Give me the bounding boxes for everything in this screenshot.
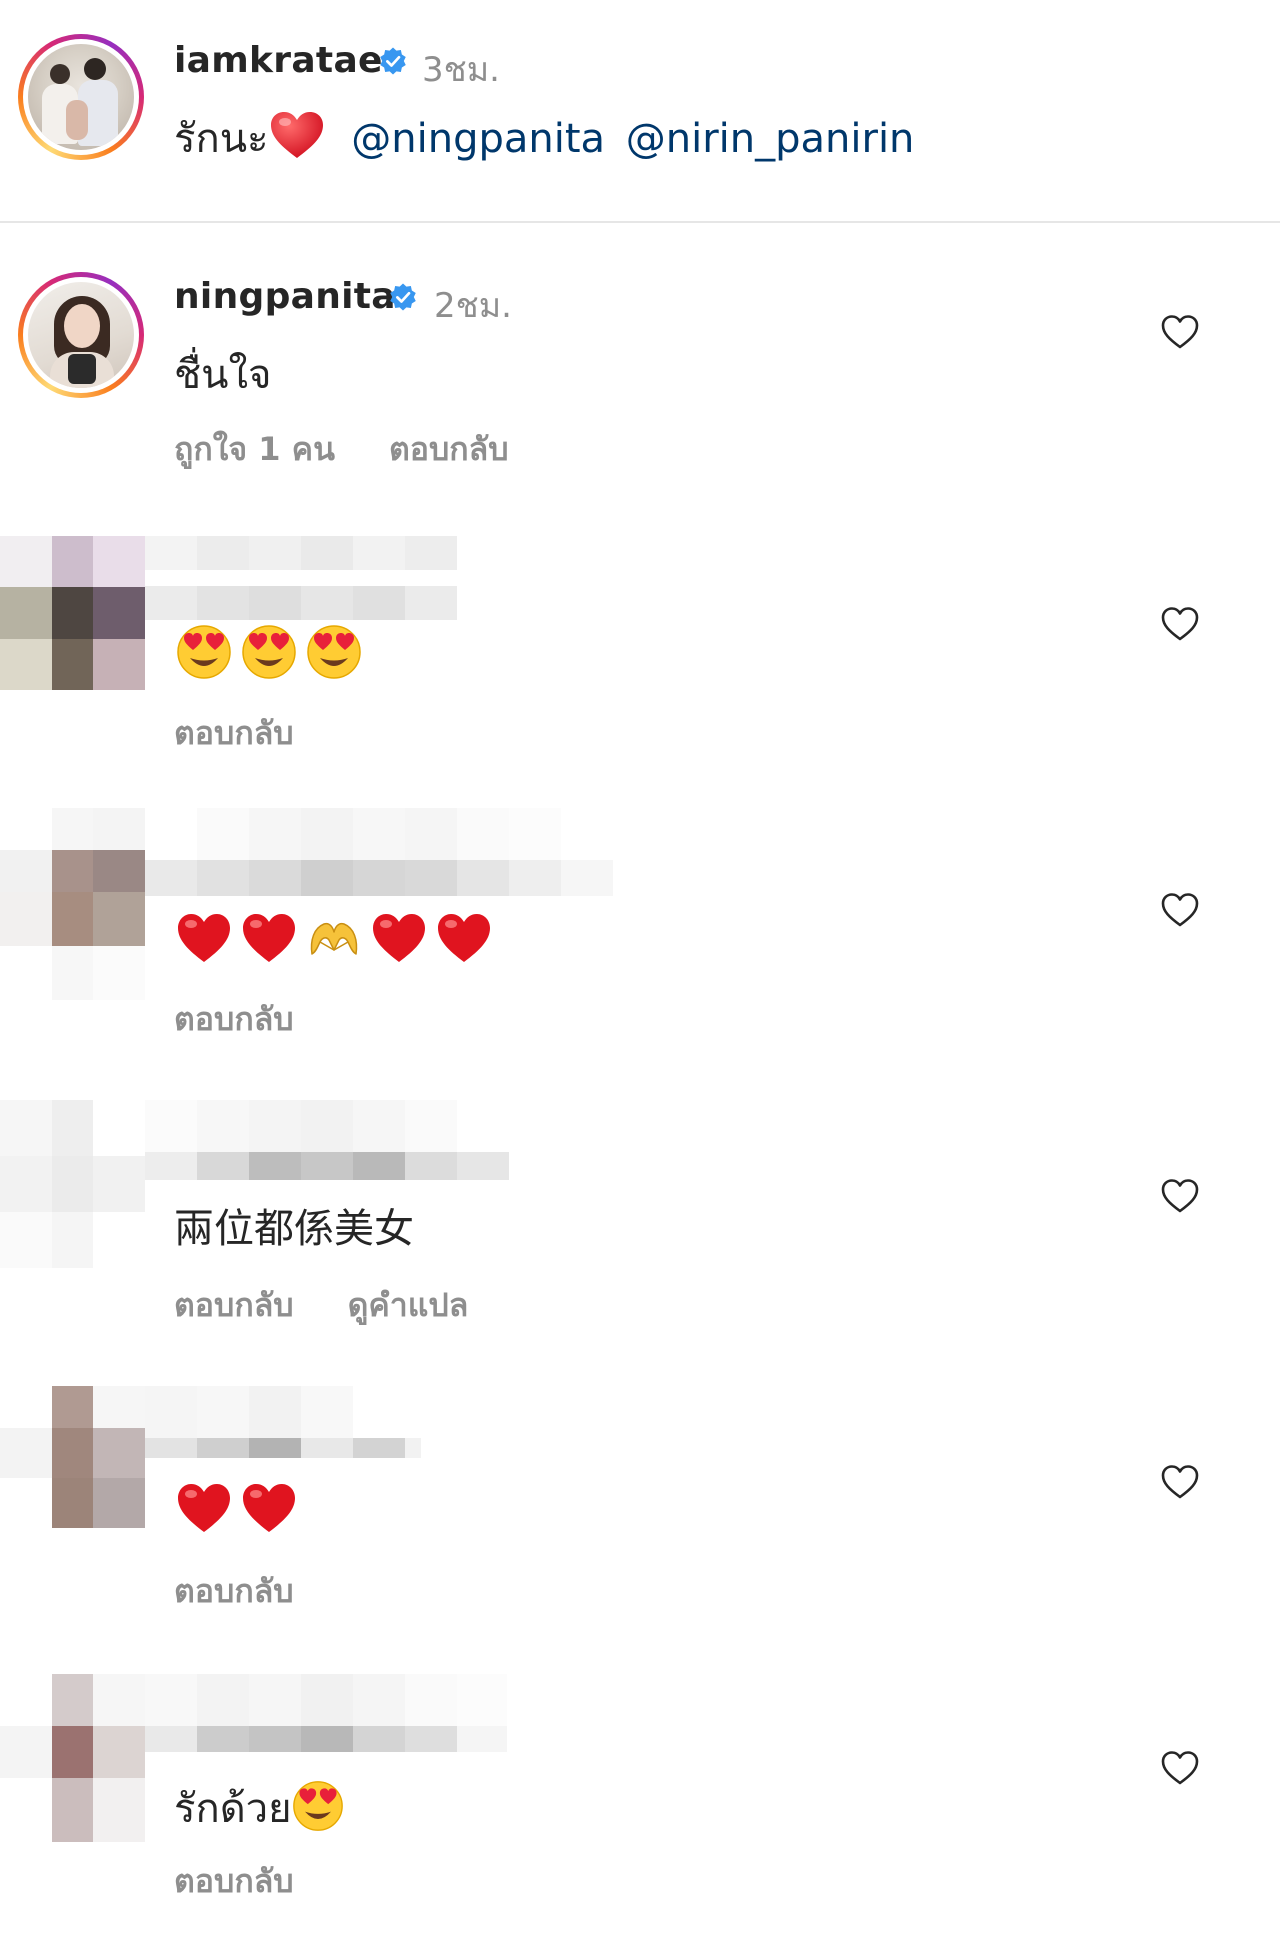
pixelated-avatar — [0, 1386, 145, 1528]
heart-eyes-icon — [292, 1781, 343, 1831]
likes-count-link[interactable]: ถูกใจ 1 คน — [174, 430, 335, 468]
red-heart-icon — [178, 914, 230, 962]
pixelated-username — [145, 1674, 507, 1758]
caption-avatar[interactable] — [18, 34, 144, 160]
heart-eyes-icon — [177, 625, 231, 679]
caption-body: รักนะ — [174, 116, 269, 162]
heart-eyes-icon — [242, 625, 296, 679]
reply-button[interactable]: ตอบกลับ — [174, 1572, 294, 1610]
pixelated-avatar — [0, 808, 145, 1000]
caption-text: รักนะ @ningpanita @nirin_panirin — [174, 106, 914, 170]
comment-actions: ถูกใจ 1 คน ตอบกลับ — [174, 424, 563, 475]
red-heart-icon — [243, 1484, 295, 1532]
comment-actions: ตอบกลับ — [174, 1856, 348, 1907]
verified-badge-icon — [380, 47, 406, 75]
reply-button[interactable]: ตอบกลับ — [389, 430, 509, 468]
caption-time: 3ชม. — [422, 50, 500, 90]
comment-time: 2ชม. — [434, 286, 512, 326]
red-heart-icon — [438, 914, 490, 962]
red-heart-icon — [373, 914, 425, 962]
pixelated-username — [145, 808, 613, 898]
comment-emojis — [176, 910, 506, 970]
comment-actions: ตอบกลับ — [174, 1566, 348, 1617]
reply-button[interactable]: ตอบกลับ — [174, 714, 294, 752]
comment-text: ชื่นใจ — [174, 352, 272, 398]
heart-outline-icon[interactable] — [1160, 312, 1200, 352]
red-heart-icon — [178, 1484, 230, 1532]
pixelated-avatar — [0, 1674, 145, 1842]
heart-outline-icon[interactable] — [1160, 1748, 1200, 1788]
reply-button[interactable]: ตอบกลับ — [174, 1286, 294, 1324]
caption-username[interactable]: iamkratae — [174, 40, 383, 81]
heart-hands-icon — [310, 922, 358, 955]
comment-actions: ตอบกลับ ดูคำแปล — [174, 1280, 522, 1331]
verified-badge-icon — [390, 283, 416, 311]
heart-outline-icon[interactable] — [1160, 604, 1200, 644]
comment-avatar[interactable] — [18, 272, 144, 398]
pixelated-username — [145, 1386, 421, 1458]
comment-text: รักด้วย — [174, 1776, 344, 1840]
comment-actions: ตอบกลับ — [174, 708, 348, 759]
heart-outline-icon[interactable] — [1160, 890, 1200, 930]
post-caption: iamkratae 3ชม. รักนะ @ningpanita @nirin_… — [0, 0, 1280, 222]
pixelated-username — [145, 536, 457, 620]
mention-link[interactable]: @nirin_panirin — [626, 116, 915, 162]
reply-button[interactable]: ตอบกลับ — [174, 1000, 294, 1038]
pixelated-username — [145, 1100, 525, 1184]
pixelated-avatar — [0, 1100, 145, 1268]
heart-outline-icon[interactable] — [1160, 1462, 1200, 1502]
comment-emojis — [176, 1480, 316, 1540]
comment-username[interactable]: ningpanita — [174, 276, 396, 317]
divider — [0, 221, 1280, 223]
comment-text: 兩位都係美女 — [174, 1206, 414, 1252]
comment-actions: ตอบกลับ — [174, 994, 348, 1045]
red-heart-icon — [243, 914, 295, 962]
comment-body: รักด้วย — [174, 1786, 292, 1832]
heart-eyes-icon — [307, 625, 361, 679]
comment-emojis — [176, 624, 376, 684]
mention-link[interactable]: @ningpanita — [351, 116, 605, 162]
red-heart-icon — [270, 112, 323, 158]
pixelated-avatar — [0, 536, 145, 690]
see-translation-button[interactable]: ดูคำแปล — [348, 1286, 469, 1324]
heart-outline-icon[interactable] — [1160, 1176, 1200, 1216]
reply-button[interactable]: ตอบกลับ — [174, 1862, 294, 1900]
